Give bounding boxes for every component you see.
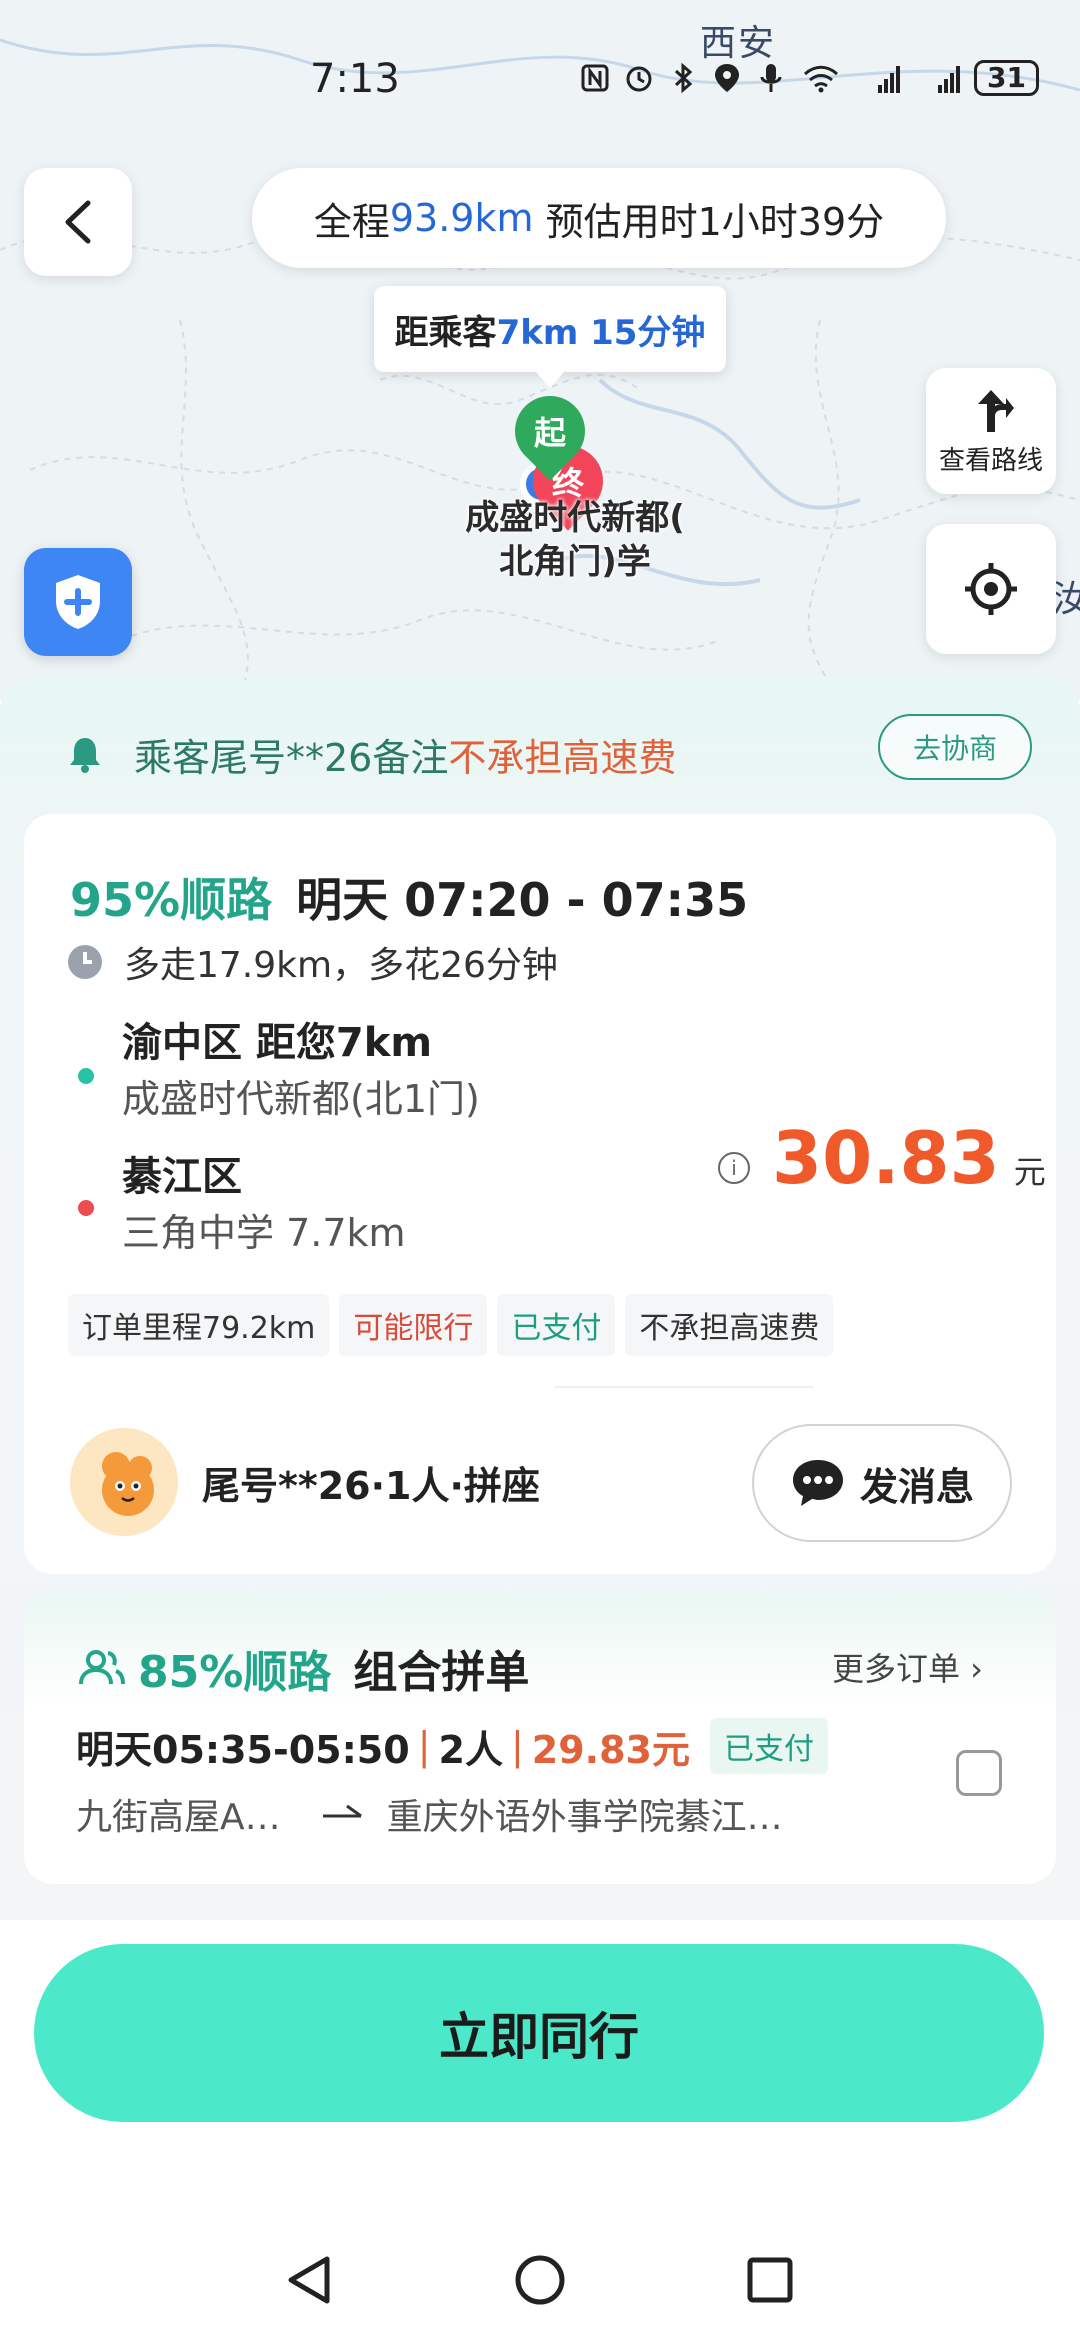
- chat-bubble-icon: [792, 1460, 843, 1506]
- triangle-back-icon: [288, 2256, 330, 2304]
- combo-paid-badge: 已支付: [709, 1718, 828, 1774]
- combo-summary: 明天05:35-05:50 | 2人 | 29.83元 已支付: [76, 1718, 828, 1774]
- detour-text: 多走17.9km，多花26分钟: [124, 945, 558, 986]
- dropoff-area: 綦江区: [122, 1154, 242, 1200]
- order-header: 95%顺路 明天 07:20 - 07:35: [70, 864, 748, 930]
- combo-header: 85%顺路 组合拼单: [78, 1636, 529, 1700]
- status-bar: 7:13 31: [0, 40, 1080, 120]
- negotiate-button[interactable]: 去协商: [878, 714, 1032, 780]
- route-summary: 全程 93.9km 预估用时1小时39分: [252, 168, 946, 268]
- send-message-label: 发消息: [859, 1464, 974, 1509]
- order-card[interactable]: 95%顺路 明天 07:20 - 07:35 多走17.9km，多花26分钟 渝…: [24, 814, 1056, 1574]
- bluetooth-icon: [666, 61, 700, 95]
- people-icon: [79, 1650, 125, 1685]
- wifi-icon: [798, 61, 844, 95]
- alarm-icon: [622, 61, 656, 95]
- combo-to: 重庆外语外事学院綦江…: [386, 1797, 783, 1838]
- remark-warning: 不承担高速费: [448, 735, 677, 780]
- locate-button[interactable]: [926, 524, 1056, 654]
- map-poi-label-line1: 成盛时代新都(: [465, 498, 685, 538]
- info-icon[interactable]: i: [718, 1152, 750, 1184]
- order-sheet: 乘客尾号**26备注 不承担高速费 去协商 95%顺路 明天 07:20 - 07…: [0, 680, 1080, 1920]
- status-icons: 31: [578, 60, 1039, 96]
- route-turn-icon: [978, 389, 1014, 432]
- back-button[interactable]: [24, 168, 132, 276]
- nav-recents-button[interactable]: [740, 2250, 800, 2310]
- remark-prefix: 乘客尾号**26备注: [134, 735, 449, 780]
- route-summary-prefix: 全程: [313, 199, 390, 244]
- pickup-address: 成盛时代新都(北1门): [122, 1077, 480, 1121]
- circle-home-icon: [515, 2255, 565, 2305]
- pickup-distance: 7km 15分钟: [496, 312, 706, 353]
- price-amount: 30.83: [772, 1116, 1000, 1200]
- tag-order-mileage: 订单里程79.2km: [68, 1294, 330, 1356]
- passenger-info: 尾号**26·1人·拼座: [70, 1428, 540, 1536]
- mic-icon: [754, 61, 788, 95]
- tag-no-toll: 不承担高速费: [625, 1294, 834, 1356]
- divider: [554, 1386, 814, 1388]
- combo-route: 九街高屋A… 重庆外语外事学院綦江…: [76, 1788, 783, 1840]
- map-poi-label: 成盛时代新都( 北角门)学: [430, 496, 720, 584]
- clock-icon: [68, 945, 102, 979]
- 4g-signal-icon: [914, 61, 964, 95]
- end-dot-icon: [78, 1200, 94, 1216]
- square-recents-icon: [747, 2257, 793, 2303]
- avatar: [70, 1428, 178, 1536]
- detour-info: 多走17.9km，多花26分钟: [68, 936, 558, 988]
- battery-icon: 31: [974, 60, 1039, 96]
- arrow-right-icon: [322, 1804, 362, 1818]
- nfc-icon: [578, 61, 612, 95]
- chevron-left-icon: [65, 200, 91, 244]
- pickup-prefix: 距乘客: [394, 312, 497, 353]
- nav-home-button[interactable]: [510, 2250, 570, 2310]
- combo-price: 29.83元: [531, 1727, 690, 1772]
- separator: |: [510, 1724, 524, 1768]
- shield-icon: [56, 575, 100, 629]
- send-message-button[interactable]: 发消息: [752, 1424, 1012, 1542]
- combo-order-card[interactable]: 85%顺路 组合拼单 更多订单 › 明天05:35-05:50 | 2人 | 2…: [24, 1592, 1056, 1884]
- 5g-signal-icon: [854, 61, 904, 95]
- bell-icon: [70, 738, 100, 773]
- battery-level: 31: [987, 61, 1026, 94]
- combo-match-percentage: 85%顺路: [138, 1647, 332, 1698]
- departure-time-range: 明天 07:20 - 07:35: [296, 873, 749, 927]
- combo-title: 组合拼单: [353, 1647, 530, 1698]
- tag-paid: 已支付: [497, 1294, 616, 1356]
- route-total-distance: 93.9km: [389, 196, 534, 240]
- dropoff-address: 三角中学 7.7km: [122, 1211, 406, 1255]
- route-estimated-time: 预估用时1小时39分: [533, 199, 885, 244]
- location-icon: [710, 61, 744, 95]
- match-percentage: 95%顺路: [70, 873, 273, 927]
- go-together-button[interactable]: 立即同行: [34, 1944, 1044, 2122]
- safety-shield-button[interactable]: [24, 548, 132, 656]
- combo-time: 明天05:35-05:50: [76, 1727, 410, 1772]
- map-side-label: 汝: [1052, 579, 1080, 620]
- nav-back-button[interactable]: [278, 2250, 338, 2310]
- view-route-label: 查看路线: [938, 445, 1043, 476]
- pickup-area: 渝中区 距您7km: [122, 1020, 433, 1066]
- status-time: 7:13: [310, 56, 400, 102]
- crosshair-icon: [965, 563, 1017, 615]
- combo-from: 九街高屋A…: [76, 1797, 281, 1838]
- map-view[interactable]: 西安 汝 7:13 31 全程 93.9km 预估用时1小时39分 距乘客 7k…: [0, 0, 1080, 700]
- order-tags: 订单里程79.2km 可能限行 已支付 不承担高速费: [68, 1294, 834, 1356]
- start-dot-icon: [78, 1068, 94, 1084]
- order-price: i 30.83 元: [718, 1116, 1046, 1200]
- pickup-distance-bubble: 距乘客 7km 15分钟: [374, 286, 726, 388]
- price-unit: 元: [1013, 1153, 1046, 1191]
- view-route-button[interactable]: 查看路线: [926, 368, 1056, 494]
- start-pin-label: 起: [533, 414, 567, 453]
- system-nav-bar: [0, 2220, 1080, 2340]
- more-orders-link[interactable]: 更多订单 ›: [832, 1644, 983, 1690]
- separator: |: [417, 1724, 431, 1768]
- tag-possible-restriction: 可能限行: [339, 1294, 488, 1356]
- combo-people: 2人: [438, 1727, 503, 1772]
- passenger-name: 尾号**26·1人·拼座: [202, 1463, 540, 1508]
- combo-select-checkbox[interactable]: [956, 1750, 1002, 1796]
- map-poi-label-line2: 北角门)学: [499, 542, 651, 582]
